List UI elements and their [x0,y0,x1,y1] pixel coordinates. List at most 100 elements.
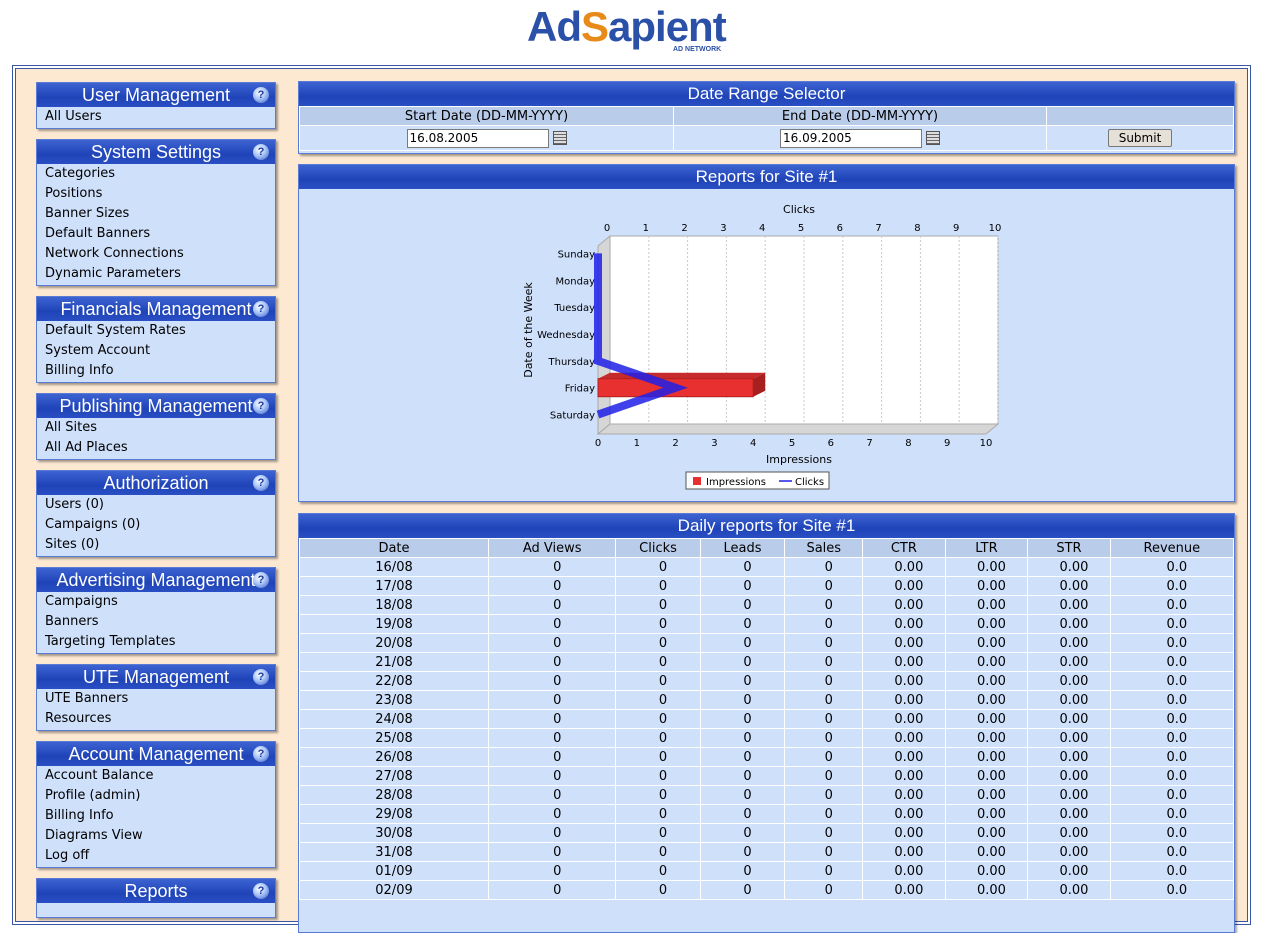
table-cell-sales: 0 [784,747,864,767]
help-icon[interactable]: ? [253,87,269,103]
sidebar-section-financials-management: Financials Management? Default System Rat… [36,296,276,383]
calendar-icon[interactable] [552,131,567,145]
table-cell-ad-views: 0 [487,671,617,691]
sidebar-item-banners[interactable]: Banners [37,612,275,632]
sidebar-item-network-connections[interactable]: Network Connections [37,244,275,264]
sidebar-item-billing-info[interactable]: Billing Info [37,361,275,381]
page-content: User Management? All Users System Settings… [15,68,1248,933]
start-date-input[interactable] [406,128,549,148]
table-cell-ltr: 0.00 [944,785,1029,805]
table-cell-ctr: 0.00 [862,842,946,862]
table-cell-str: 0.00 [1027,633,1111,653]
sidebar-item-default-banners[interactable]: Default Banners [37,224,275,244]
column-header-revenue: Revenue [1109,538,1235,558]
help-icon[interactable]: ? [253,669,269,685]
table-cell-ltr: 0.00 [944,823,1029,843]
table-cell-sales: 0 [784,690,864,710]
sidebar-item-all-ad-places[interactable]: All Ad Places [37,438,275,458]
help-icon[interactable]: ? [253,301,269,317]
table-cell-clicks: 0 [615,785,701,805]
help-icon[interactable]: ? [253,746,269,762]
x2-tick-label: 8 [914,223,920,234]
table-cell-clicks: 0 [615,880,701,900]
table-cell-ltr: 0.00 [944,804,1029,824]
sidebar-item-campaigns-0[interactable]: Campaigns (0) [37,515,275,535]
table-cell-clicks: 0 [615,595,701,615]
sidebar-item-all-users[interactable]: All Users [37,107,275,127]
sidebar-item-all-sites[interactable]: All Sites [37,418,275,438]
help-icon[interactable]: ? [253,883,269,899]
sidebar-section-title: User Management? [37,83,275,107]
table-row: 20/08 0 0 0 0 0.00 0.00 0.00 0.0 [299,633,1235,653]
table-cell-revenue: 0.0 [1109,576,1235,596]
table-cell-ctr: 0.00 [862,747,946,767]
table-row: 26/08 0 0 0 0 0.00 0.00 0.00 0.0 [299,747,1235,767]
sidebar-item-campaigns[interactable]: Campaigns [37,592,275,612]
table-cell-revenue: 0.0 [1109,633,1235,653]
end-date-input[interactable] [780,128,922,148]
table-row: 19/08 0 0 0 0 0.00 0.00 0.00 0.0 [299,614,1235,634]
submit-cell: Submit [1046,125,1234,151]
sidebar-item-default-system-rates[interactable]: Default System Rates [37,321,275,341]
start-date-cell [299,125,674,151]
table-row: 17/08 0 0 0 0 0.00 0.00 0.00 0.0 [299,576,1235,596]
submit-button[interactable]: Submit [1107,129,1173,147]
sidebar-item-sites-0[interactable]: Sites (0) [37,535,275,555]
table-cell-ltr: 0.00 [944,747,1029,767]
sidebar-item-categories[interactable]: Categories [37,164,275,184]
sidebar-item-log-off[interactable]: Log off [37,846,275,866]
help-icon[interactable]: ? [253,475,269,491]
table-cell-str: 0.00 [1027,652,1111,672]
table-cell-clicks: 0 [615,652,701,672]
table-cell-ad-views: 0 [487,595,617,615]
sidebar-item-account-balance[interactable]: Account Balance [37,766,275,786]
table-cell-date: 02/09 [299,880,489,900]
legend-label-clicks: Clicks [795,477,824,488]
date-range-panel: Date Range Selector Start Date (DD-MM-YY… [298,81,1235,154]
table-cell-leads: 0 [699,671,786,691]
sidebar-item-resources[interactable]: Resources [37,709,275,729]
table-cell-sales: 0 [784,557,864,577]
sidebar-item-ute-banners[interactable]: UTE Banners [37,689,275,709]
sidebar-section-reports: Reports? [36,878,276,918]
sidebar-item-users-0[interactable]: Users (0) [37,495,275,515]
logo-wordmark: AdSapient [527,3,727,50]
table-cell-date: 16/08 [299,557,489,577]
sidebar-item-billing-info[interactable]: Billing Info [37,806,275,826]
table-cell-date: 22/08 [299,671,489,691]
y-tick-label: Friday [565,384,595,395]
table-cell-str: 0.00 [1027,709,1111,729]
x2-tick-label: 5 [798,223,804,234]
table-cell-sales: 0 [784,823,864,843]
sidebar-item-diagrams-view[interactable]: Diagrams View [37,826,275,846]
table-cell-revenue: 0.0 [1109,595,1235,615]
x-tick-label: 0 [595,438,601,449]
sidebar-item-system-account[interactable]: System Account [37,341,275,361]
table-cell-leads: 0 [699,766,786,786]
sidebar-item-positions[interactable]: Positions [37,184,275,204]
x-tick-label: 1 [634,438,640,449]
table-row: 21/08 0 0 0 0 0.00 0.00 0.00 0.0 [299,652,1235,672]
table-cell-ad-views: 0 [487,633,617,653]
help-icon[interactable]: ? [253,144,269,160]
table-cell-ad-views: 0 [487,785,617,805]
help-icon[interactable]: ? [253,398,269,414]
sidebar-section-publishing-management: Publishing Management? All Sites All Ad Pl… [36,393,276,460]
y-tick-label: Monday [556,276,596,287]
sidebar-item-dynamic-parameters[interactable]: Dynamic Parameters [37,264,275,284]
help-icon[interactable]: ? [253,572,269,588]
sidebar-item-targeting-templates[interactable]: Targeting Templates [37,632,275,652]
calendar-icon[interactable] [926,131,940,145]
empty-header-cell [1046,106,1234,126]
sidebar-section-user-management: User Management? All Users [36,82,276,129]
table-cell-clicks: 0 [615,671,701,691]
x2-tick-label: 3 [720,223,726,234]
sidebar-item-profile-admin[interactable]: Profile (admin) [37,786,275,806]
sidebar-section-title: Advertising Management? [37,568,275,592]
table-cell-clicks: 0 [615,557,701,577]
sidebar-item-banner-sizes[interactable]: Banner Sizes [37,204,275,224]
table-cell-ad-views: 0 [487,728,617,748]
table-cell-revenue: 0.0 [1109,747,1235,767]
table-cell-ltr: 0.00 [944,880,1029,900]
table-cell-leads: 0 [699,861,786,881]
